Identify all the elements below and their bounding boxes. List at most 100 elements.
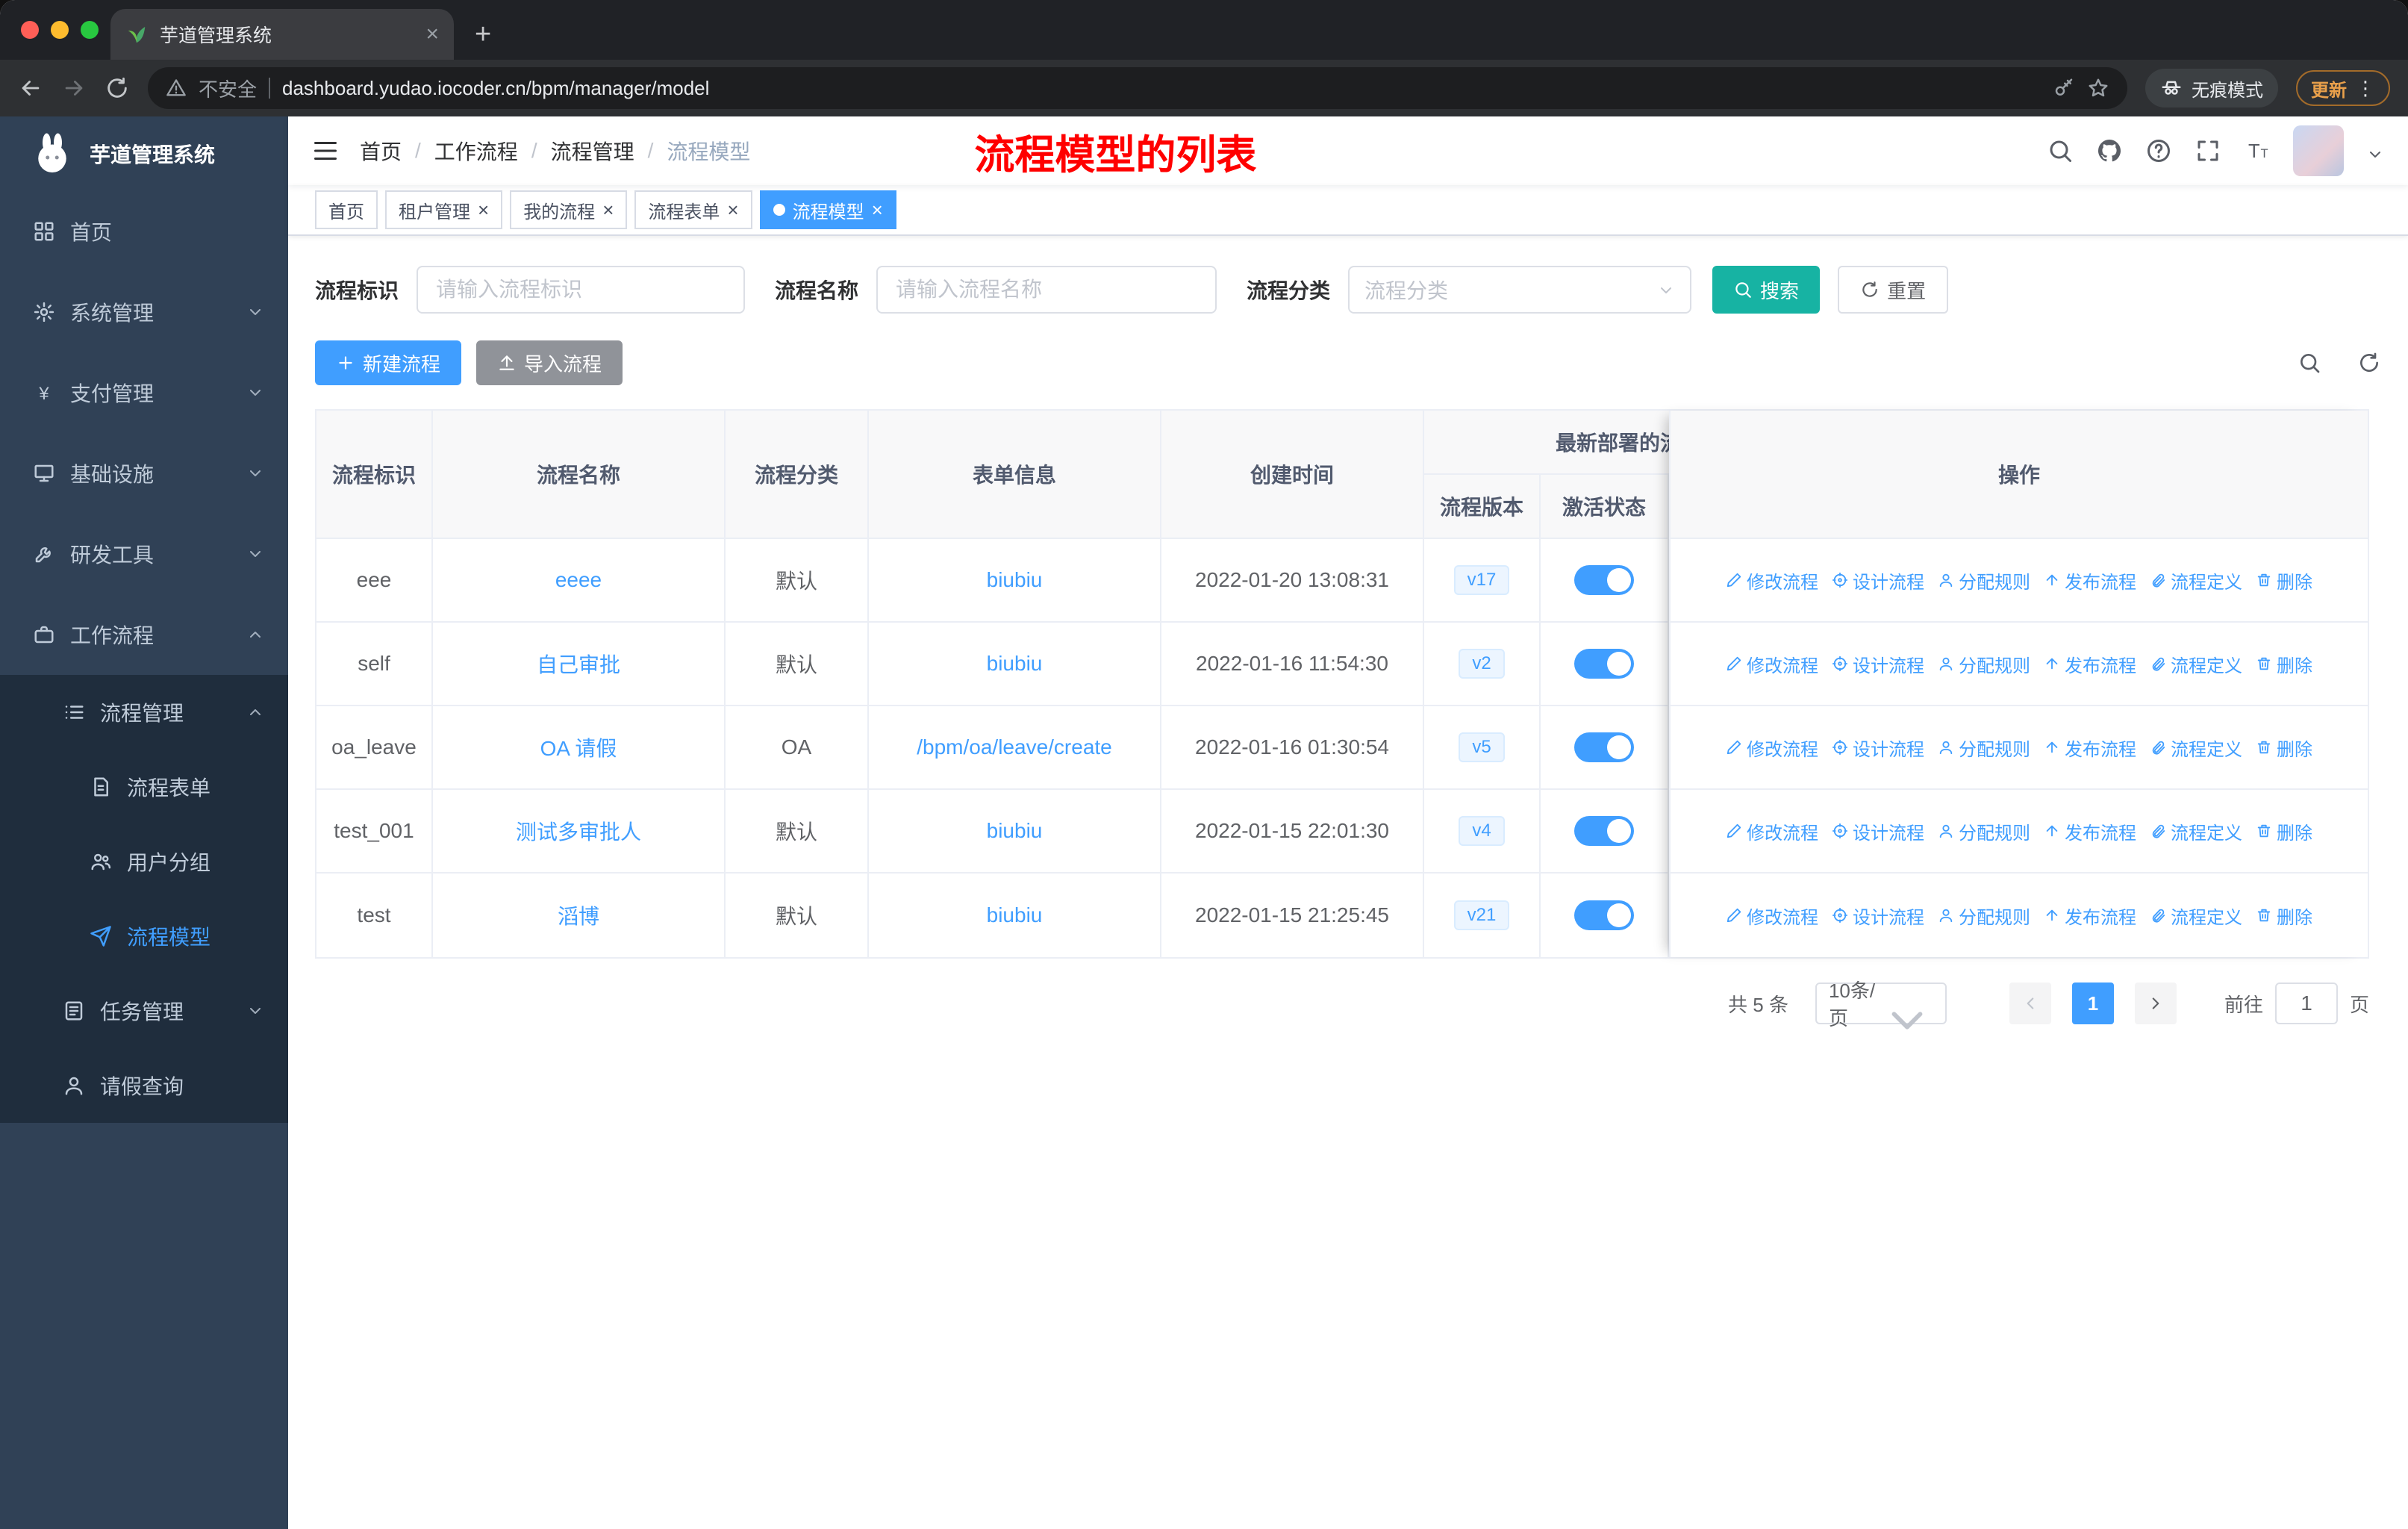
password-key-icon[interactable] bbox=[2053, 77, 2075, 99]
modify-process-link[interactable]: 修改流程 bbox=[1726, 818, 1818, 844]
delete-link[interactable]: 删除 bbox=[2256, 651, 2312, 677]
assign-rule-link[interactable]: 分配规则 bbox=[1938, 651, 2030, 677]
sidebar-item[interactable]: 请假查询 bbox=[0, 1048, 288, 1123]
sidebar-item[interactable]: 基础设施 bbox=[0, 433, 288, 514]
process-key-input[interactable] bbox=[417, 266, 746, 314]
help-icon[interactable] bbox=[2145, 137, 2172, 164]
status-toggle[interactable] bbox=[1574, 565, 1634, 595]
assign-rule-link[interactable]: 分配规则 bbox=[1938, 903, 2030, 929]
view-tab[interactable]: 租户管理 × bbox=[385, 190, 503, 229]
tab-close-icon[interactable]: × bbox=[727, 200, 738, 219]
process-definition-link[interactable]: 流程定义 bbox=[2150, 567, 2242, 594]
font-size-icon[interactable]: TT bbox=[2244, 137, 2271, 164]
sidebar-item[interactable]: 流程管理 bbox=[0, 675, 288, 750]
form-info-link[interactable]: biubiu bbox=[987, 568, 1043, 592]
sidebar-item[interactable]: 首页 bbox=[0, 191, 288, 272]
header-search-icon[interactable] bbox=[2047, 137, 2074, 164]
new-tab-button[interactable]: + bbox=[475, 19, 491, 51]
process-name-link[interactable]: 测试多审批人 bbox=[516, 816, 641, 846]
assign-rule-link[interactable]: 分配规则 bbox=[1938, 567, 2030, 594]
sidebar-item[interactable]: ¥ 支付管理 bbox=[0, 352, 288, 433]
delete-link[interactable]: 删除 bbox=[2256, 903, 2312, 929]
prev-page-button[interactable] bbox=[2009, 983, 2051, 1024]
process-category-select[interactable]: 流程分类 bbox=[1348, 266, 1692, 314]
design-process-link[interactable]: 设计流程 bbox=[1832, 651, 1924, 677]
tab-close-icon[interactable]: × bbox=[478, 200, 489, 219]
design-process-link[interactable]: 设计流程 bbox=[1832, 818, 1924, 844]
address-bar[interactable]: 不安全 dashboard.yudao.iocoder.cn/bpm/manag… bbox=[148, 67, 2127, 109]
search-button[interactable]: 搜索 bbox=[1712, 266, 1821, 314]
view-tab[interactable]: 我的流程 × bbox=[510, 190, 628, 229]
page-1-button[interactable]: 1 bbox=[2071, 983, 2114, 1024]
view-tab[interactable]: 首页 bbox=[315, 190, 378, 229]
form-info-link[interactable]: biubiu bbox=[987, 903, 1043, 927]
design-process-link[interactable]: 设计流程 bbox=[1832, 903, 1924, 929]
process-definition-link[interactable]: 流程定义 bbox=[2150, 651, 2242, 677]
modify-process-link[interactable]: 修改流程 bbox=[1726, 735, 1818, 761]
modify-process-link[interactable]: 修改流程 bbox=[1726, 903, 1818, 929]
form-info-link[interactable]: /bpm/oa/leave/create bbox=[917, 735, 1112, 759]
goto-page-input[interactable] bbox=[2274, 983, 2338, 1024]
delete-link[interactable]: 删除 bbox=[2256, 818, 2312, 844]
process-name-link[interactable]: OA 请假 bbox=[540, 732, 617, 762]
reset-button[interactable]: 重置 bbox=[1838, 266, 1949, 314]
publish-process-link[interactable]: 发布流程 bbox=[2044, 567, 2136, 594]
create-process-button[interactable]: 新建流程 bbox=[315, 340, 462, 385]
view-tab[interactable]: 流程表单 × bbox=[634, 190, 752, 229]
publish-process-link[interactable]: 发布流程 bbox=[2044, 903, 2136, 929]
avatar-caret-down-icon[interactable] bbox=[2366, 142, 2384, 160]
publish-process-link[interactable]: 发布流程 bbox=[2044, 651, 2136, 677]
sidebar-item[interactable]: 系统管理 bbox=[0, 272, 288, 352]
sidebar-item[interactable]: 用户分组 bbox=[0, 824, 288, 899]
modify-process-link[interactable]: 修改流程 bbox=[1726, 567, 1818, 594]
sidebar-item[interactable]: 流程表单 bbox=[0, 750, 288, 824]
status-toggle[interactable] bbox=[1574, 732, 1634, 762]
github-icon[interactable] bbox=[2096, 137, 2123, 164]
sidebar-item[interactable]: 任务管理 bbox=[0, 974, 288, 1048]
process-name-link[interactable]: eeee bbox=[555, 568, 602, 592]
process-name-link[interactable]: 自己审批 bbox=[537, 649, 620, 679]
design-process-link[interactable]: 设计流程 bbox=[1832, 735, 1924, 761]
table-refresh-icon[interactable] bbox=[2357, 351, 2381, 375]
browser-tab[interactable]: 芋道管理系统 × bbox=[110, 9, 454, 60]
next-page-button[interactable] bbox=[2134, 983, 2177, 1024]
process-name-link[interactable]: 滔博 bbox=[558, 900, 599, 930]
update-button[interactable]: 更新 ⋮ bbox=[2296, 70, 2390, 106]
bookmark-star-icon[interactable] bbox=[2087, 77, 2109, 99]
assign-rule-link[interactable]: 分配规则 bbox=[1938, 818, 2030, 844]
browser-menu-icon[interactable]: ⋮ bbox=[2356, 77, 2375, 100]
breadcrumb-item[interactable]: 工作流程 bbox=[434, 136, 518, 166]
process-definition-link[interactable]: 流程定义 bbox=[2150, 818, 2242, 844]
status-toggle[interactable] bbox=[1574, 649, 1634, 679]
form-info-link[interactable]: biubiu bbox=[987, 652, 1043, 676]
modify-process-link[interactable]: 修改流程 bbox=[1726, 651, 1818, 677]
process-definition-link[interactable]: 流程定义 bbox=[2150, 735, 2242, 761]
page-size-select[interactable]: 10条/页 bbox=[1815, 980, 1947, 1030]
design-process-link[interactable]: 设计流程 bbox=[1832, 567, 1924, 594]
user-avatar[interactable] bbox=[2293, 125, 2344, 176]
status-toggle[interactable] bbox=[1574, 816, 1634, 846]
tab-close-icon[interactable]: × bbox=[872, 200, 883, 219]
table-search-icon[interactable] bbox=[2298, 351, 2321, 375]
reload-icon[interactable] bbox=[105, 75, 130, 101]
fullscreen-icon[interactable] bbox=[2195, 137, 2221, 164]
maximize-window-button[interactable] bbox=[81, 21, 99, 39]
sidebar-toggle-icon[interactable] bbox=[312, 137, 339, 164]
process-name-input[interactable] bbox=[876, 266, 1217, 314]
publish-process-link[interactable]: 发布流程 bbox=[2044, 818, 2136, 844]
delete-link[interactable]: 删除 bbox=[2256, 567, 2312, 594]
breadcrumb-item[interactable]: 流程管理 bbox=[551, 136, 634, 166]
delete-link[interactable]: 删除 bbox=[2256, 735, 2312, 761]
close-window-button[interactable] bbox=[21, 21, 39, 39]
sidebar-item[interactable]: 研发工具 bbox=[0, 514, 288, 594]
forward-icon[interactable] bbox=[61, 75, 87, 101]
publish-process-link[interactable]: 发布流程 bbox=[2044, 735, 2136, 761]
process-definition-link[interactable]: 流程定义 bbox=[2150, 903, 2242, 929]
form-info-link[interactable]: biubiu bbox=[987, 819, 1043, 843]
tab-close-icon[interactable]: × bbox=[602, 200, 614, 219]
assign-rule-link[interactable]: 分配规则 bbox=[1938, 735, 2030, 761]
minimize-window-button[interactable] bbox=[51, 21, 69, 39]
tab-close-icon[interactable]: × bbox=[425, 22, 439, 47]
view-tab[interactable]: 流程模型 × bbox=[759, 190, 896, 229]
status-toggle[interactable] bbox=[1574, 900, 1634, 930]
